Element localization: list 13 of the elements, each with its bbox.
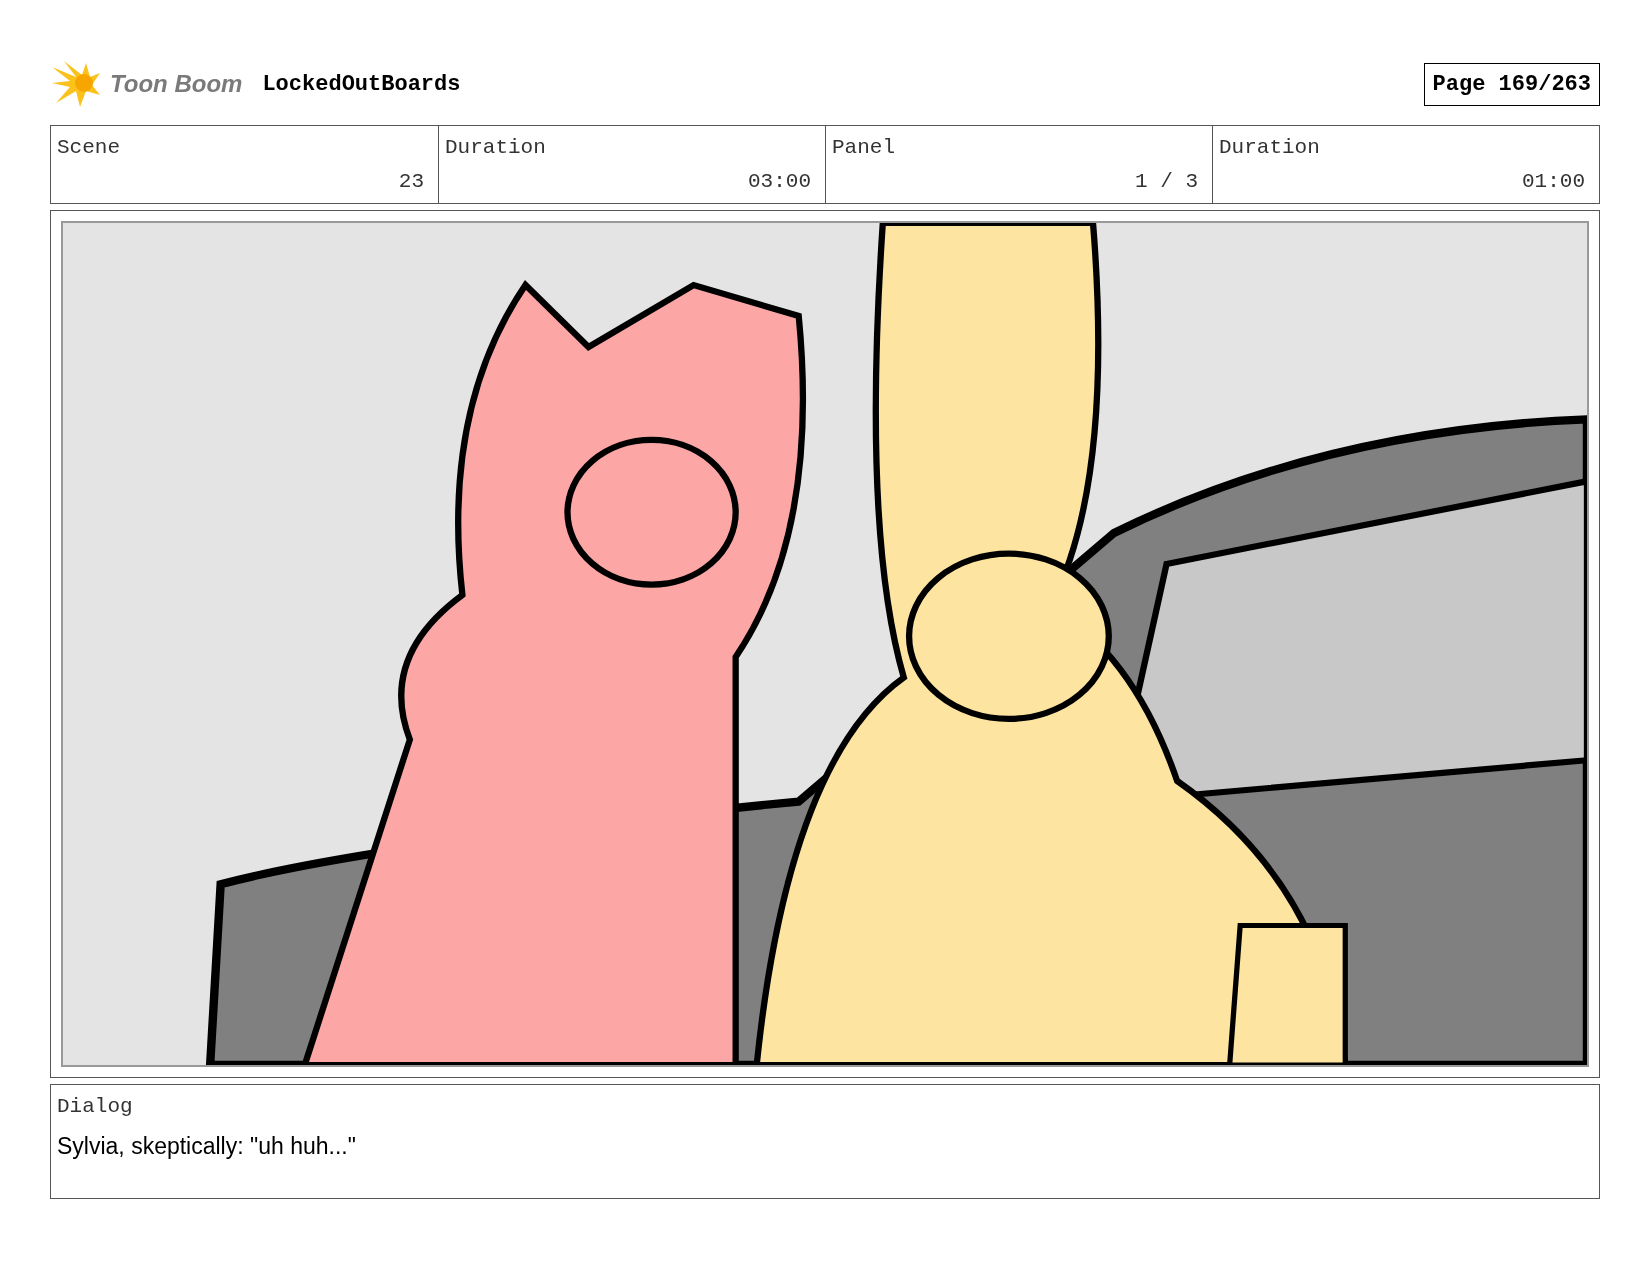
page-number: Page 169/263	[1423, 62, 1600, 106]
info-label: Scene	[57, 135, 120, 161]
info-value: 01:00	[1522, 168, 1585, 195]
info-label: Duration	[1219, 135, 1320, 161]
info-value: 23	[398, 168, 424, 195]
info-value: 03:00	[748, 168, 811, 195]
logo-text: Toon Boom	[110, 69, 243, 99]
info-value: 1 / 3	[1135, 168, 1198, 195]
dialog-text: Sylvia, skeptically: "uh huh..."	[57, 1131, 357, 1161]
dialog-label: Dialog	[57, 1094, 134, 1120]
info-label: Duration	[445, 135, 546, 161]
info-label: Panel	[832, 135, 895, 161]
project-title: LockedOutBoards	[262, 70, 461, 99]
